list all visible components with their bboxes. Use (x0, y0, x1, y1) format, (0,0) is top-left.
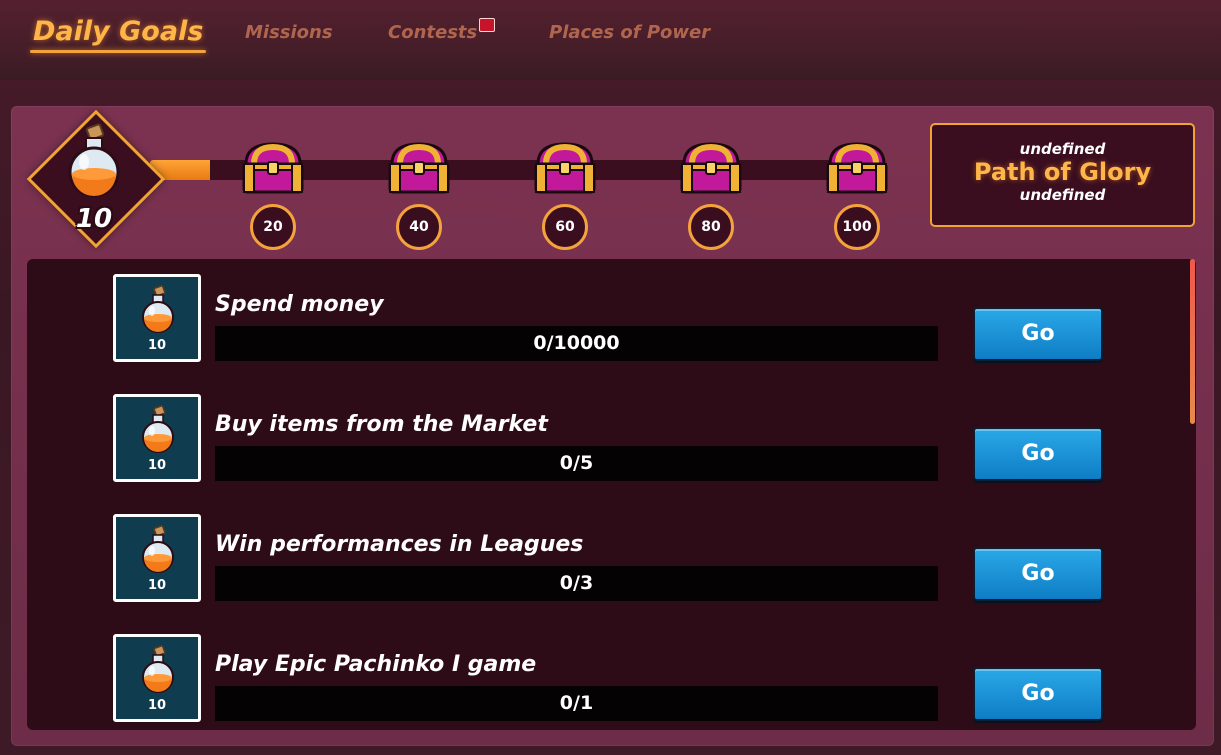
quest-progress-bar: 0/5 (215, 446, 938, 481)
quest-progress-bar: 0/1 (215, 686, 938, 721)
quest-title: Spend money (215, 292, 384, 317)
tab-missions[interactable]: Missions (245, 22, 333, 43)
quest-reward-card: 10 (113, 274, 201, 362)
chest-icon[interactable] (824, 138, 890, 198)
notification-badge-icon (479, 18, 496, 32)
quest-reward-card: 10 (113, 394, 201, 482)
quest-row: 10 Spend money 0/10000 Go (27, 259, 1196, 362)
tab-contests[interactable]: Contests (388, 18, 496, 43)
path-of-glory-line1: undefined (1019, 140, 1106, 158)
quest-go-button[interactable]: Go (973, 547, 1103, 601)
quest-progress-bar: 0/10000 (215, 326, 938, 361)
path-of-glory-card[interactable]: undefined Path of Glory undefined (930, 123, 1195, 227)
milestone-value: 80 (688, 204, 734, 250)
potion-icon (142, 285, 174, 333)
quest-title: Win performances in Leagues (215, 532, 584, 557)
tab-daily-goals[interactable]: Daily Goals (30, 16, 207, 53)
current-points-badge: 10 (26, 109, 166, 249)
quest-list: 10 Spend money 0/10000 Go 10 Buy items f… (27, 259, 1196, 730)
quest-progress-text: 0/10000 (533, 332, 620, 354)
tab-daily-goals-label: Daily Goals (33, 16, 204, 47)
quest-go-button[interactable]: Go (973, 307, 1103, 361)
quest-reward-value: 10 (147, 458, 167, 473)
milestone-value: 60 (542, 204, 588, 250)
quest-reward-value: 10 (147, 578, 167, 593)
milestone-value: 20 (250, 204, 296, 250)
chest-icon[interactable] (386, 138, 452, 198)
tab-contests-label: Contests (388, 22, 478, 43)
quest-progress-bar: 0/3 (215, 566, 938, 601)
quest-progress-text: 0/3 (559, 572, 594, 594)
chest-icon[interactable] (532, 138, 598, 198)
quest-reward-value: 10 (147, 338, 167, 353)
quest-reward-value: 10 (147, 698, 167, 713)
current-points-value: 10 (75, 204, 113, 234)
potion-icon (142, 405, 174, 453)
quest-progress-text: 0/1 (559, 692, 594, 714)
quest-row: 10 Buy items from the Market 0/5 Go (27, 379, 1196, 482)
quest-list-scrollbar[interactable] (1190, 259, 1195, 424)
quest-title: Buy items from the Market (215, 412, 548, 437)
path-of-glory-title: Path of Glory (973, 158, 1152, 186)
quest-row: 10 Win performances in Leagues 0/3 Go (27, 499, 1196, 602)
quest-title: Play Epic Pachinko I game (215, 652, 537, 677)
quest-go-button[interactable]: Go (973, 427, 1103, 481)
quest-reward-card: 10 (113, 514, 201, 602)
potion-icon (142, 525, 174, 573)
tab-places-of-power-label: Places of Power (549, 22, 711, 43)
potion-icon (142, 645, 174, 693)
potion-icon (68, 123, 120, 198)
quest-row: 10 Play Epic Pachinko I game 0/1 Go (27, 619, 1196, 722)
tab-places-of-power[interactable]: Places of Power (549, 22, 710, 43)
quest-go-button[interactable]: Go (973, 667, 1103, 721)
milestone-value: 100 (834, 204, 880, 250)
milestone-value: 40 (396, 204, 442, 250)
active-tab-underline (30, 50, 207, 53)
quest-reward-card: 10 (113, 634, 201, 722)
chest-icon[interactable] (240, 138, 306, 198)
path-of-glory-line2: undefined (1019, 186, 1106, 204)
chest-icon[interactable] (678, 138, 744, 198)
quest-progress-text: 0/5 (559, 452, 594, 474)
tab-missions-label: Missions (245, 22, 333, 43)
top-navigation: Daily Goals Missions Contests Places of … (0, 0, 1221, 80)
